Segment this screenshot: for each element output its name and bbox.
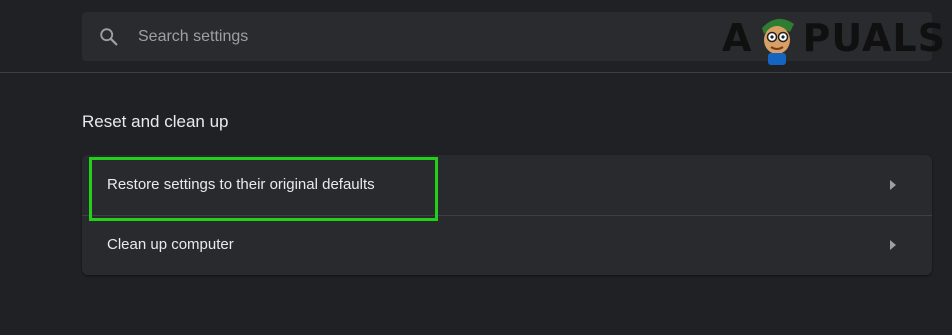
settings-toolbar: A PUALS: [0, 0, 952, 73]
reset-cleanup-card: Restore settings to their original defau…: [82, 155, 932, 275]
search-icon: [100, 28, 118, 46]
restore-defaults-row[interactable]: Restore settings to their original defau…: [82, 155, 932, 215]
clean-up-computer-row[interactable]: Clean up computer: [82, 215, 932, 275]
arrow-right-icon: [890, 180, 896, 190]
arrow-right-icon: [890, 240, 896, 250]
section-title: Reset and clean up: [82, 112, 229, 131]
search-input[interactable]: [138, 12, 738, 61]
watermark-text-right: PUALS: [802, 16, 946, 60]
appuals-watermark-logo: A PUALS: [722, 8, 946, 68]
mascot-icon: [762, 18, 795, 65]
clean-up-computer-label: Clean up computer: [107, 236, 234, 253]
restore-defaults-label: Restore settings to their original defau…: [107, 176, 375, 193]
watermark-text-left: A: [722, 16, 753, 60]
